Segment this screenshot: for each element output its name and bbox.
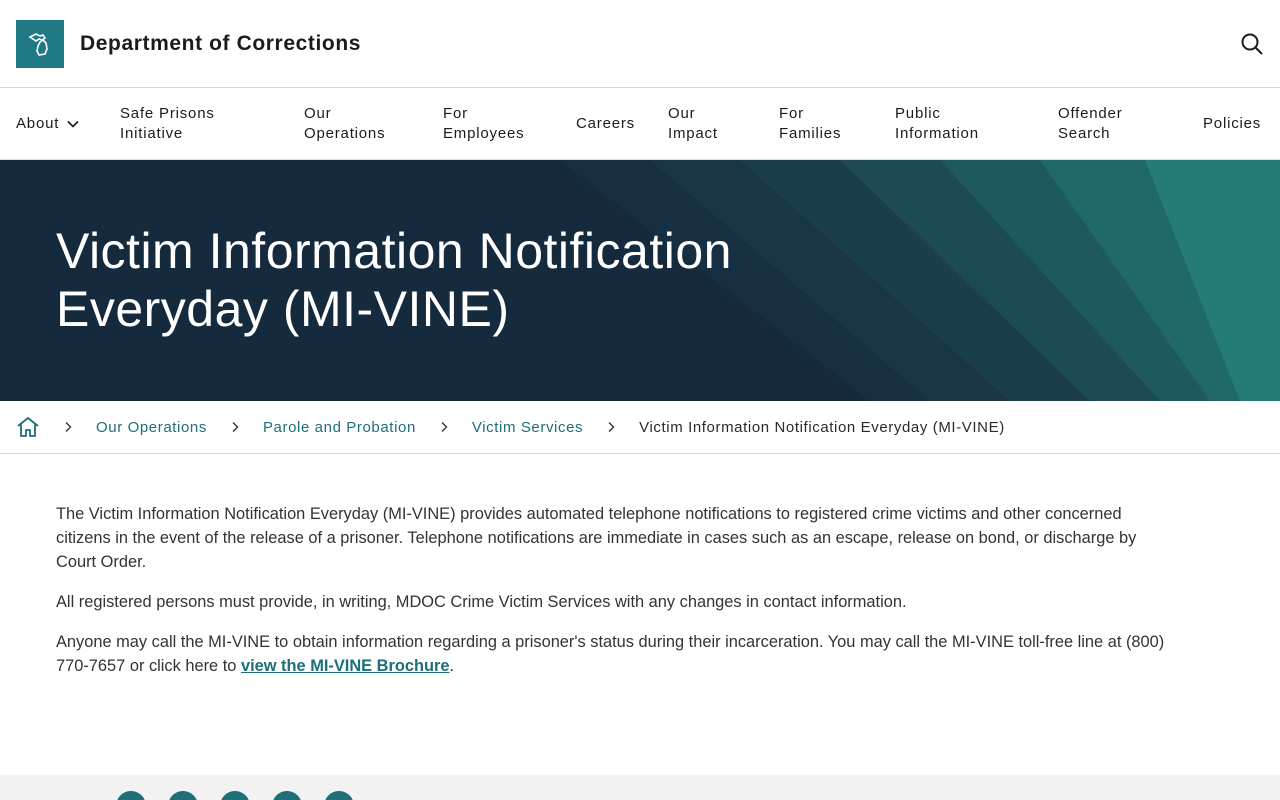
chevron-right-icon (64, 421, 72, 433)
nav-item-our-impact[interactable]: Our Impact (668, 88, 718, 160)
breadcrumb-our-operations[interactable]: Our Operations (96, 419, 207, 436)
nav-item-label: About (16, 115, 60, 132)
facebook-icon[interactable] (116, 791, 146, 800)
hero-banner: Victim Information Notification Everyday… (0, 160, 1280, 401)
footer (0, 775, 1280, 800)
nav-item-for-families[interactable]: For Families (779, 88, 841, 160)
nav-item-safe-prisons-initiative[interactable]: Safe Prisons Initiative (120, 88, 215, 160)
nav-item-policies[interactable]: Policies (1203, 88, 1261, 160)
nav-item-careers[interactable]: Careers (576, 88, 635, 160)
site-title[interactable]: Department of Corrections (80, 32, 361, 56)
michigan-logo-icon[interactable] (16, 19, 64, 68)
nav-item-our-operations[interactable]: Our Operations (304, 88, 385, 160)
nav-item-label: Policies (1203, 115, 1262, 132)
nav-item-label: Safe Prisons Initiative (120, 105, 215, 142)
paragraph-contact: Anyone may call the MI-VINE to obtain in… (56, 630, 1174, 678)
twitter-icon[interactable] (168, 791, 198, 800)
site-header: Department of Corrections (0, 0, 1280, 88)
nav-item-label: Public Information (895, 105, 979, 142)
chevron-right-icon (440, 421, 448, 433)
brochure-link[interactable]: view the MI-VINE Brochure (241, 657, 450, 675)
page-title: Victim Information Notification Everyday… (56, 223, 732, 337)
breadcrumb-parole-and-probation[interactable]: Parole and Probation (263, 419, 416, 436)
paragraph-registration: All registered persons must provide, in … (56, 593, 907, 611)
nav-item-label: For Employees (443, 105, 525, 142)
chevron-down-icon (67, 120, 79, 128)
breadcrumb: Our Operations Parole and Probation Vict… (0, 401, 1280, 454)
nav-item-label: Offender Search (1058, 105, 1123, 142)
youtube-icon[interactable] (220, 791, 250, 800)
breadcrumb-current: Victim Information Notification Everyday… (639, 418, 1005, 436)
chevron-right-icon (231, 421, 239, 433)
nav-item-label: Our Operations (304, 105, 386, 142)
paragraph-contact-end: . (449, 657, 455, 675)
paragraph-intro: The Victim Information Notification Ever… (56, 505, 1137, 571)
nav-item-public-information[interactable]: Public Information (895, 88, 979, 160)
instagram-icon[interactable] (272, 791, 302, 800)
email-icon[interactable] (324, 791, 354, 800)
paragraph-contact-text: Anyone may call the MI-VINE to obtain in… (56, 633, 1165, 675)
home-icon[interactable] (16, 416, 40, 438)
search-icon[interactable] (1240, 32, 1264, 56)
nav-item-offender-search[interactable]: Offender Search (1058, 88, 1123, 160)
nav-item-about[interactable]: About (16, 88, 79, 160)
nav-item-label: For Families (779, 105, 842, 142)
nav-item-for-employees[interactable]: For Employees (443, 88, 524, 160)
main-content: The Victim Information Notification Ever… (0, 454, 1230, 678)
nav-item-label: Our Impact (668, 105, 718, 142)
breadcrumb-victim-services[interactable]: Victim Services (472, 419, 583, 436)
chevron-right-icon (607, 421, 615, 433)
main-nav: About Safe Prisons Initiative Our Operat… (0, 88, 1280, 160)
nav-item-label: Careers (576, 115, 635, 132)
